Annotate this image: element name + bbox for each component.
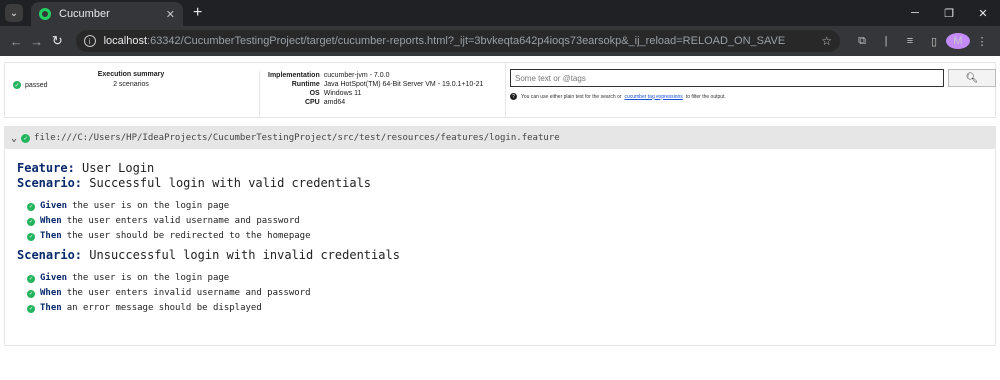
cpu-value: amd64 <box>323 99 346 106</box>
address-bar[interactable]: i localhost :63342/CucumberTestingProjec… <box>75 30 840 52</box>
report-header: ✓ passed Execution summary 2 scenarios I… <box>4 62 996 118</box>
step-text: the user is on the login page <box>72 273 230 283</box>
scenario-steps: ✓ Given the user is on the login page ✓ … <box>27 199 995 244</box>
feature-keyword: Feature: <box>17 161 75 175</box>
scenario-title: Scenario: Successful login with valid cr… <box>17 176 995 191</box>
scenario-keyword: Scenario: <box>17 248 83 262</box>
step-text: an error message should be displayed <box>66 303 262 313</box>
search-input[interactable]: Some text or @tags <box>510 69 944 87</box>
step-keyword: Given <box>40 273 68 283</box>
runtime-label: Runtime <box>291 81 320 88</box>
back-icon[interactable]: ← <box>6 34 27 49</box>
scenario-name: Successful login with valid credentials <box>89 176 372 190</box>
url-host: localhost <box>103 35 148 47</box>
status-label: passed <box>25 81 48 89</box>
help-text-before: You can use either plain text for the se… <box>521 93 622 100</box>
profile-avatar[interactable]: M <box>946 33 970 49</box>
execution-summary: Execution summary 2 scenarios <box>93 71 169 88</box>
window-close-icon[interactable]: ✕ <box>966 0 1000 26</box>
step-row: ✓ Given the user is on the login page <box>27 199 995 214</box>
restore-icon[interactable]: ❐ <box>932 0 966 26</box>
step-row: ✓ Then an error message should be displa… <box>27 301 995 316</box>
menu-icon[interactable]: ⋮ <box>970 35 994 48</box>
step-keyword: Then <box>40 303 62 313</box>
tab-close-icon[interactable]: ✕ <box>166 8 175 21</box>
scenario-count: 2 scenarios <box>113 81 149 88</box>
environment-info: Implementation cucumber-jvm - 7.0.0 Runti… <box>259 71 485 117</box>
search-area: Some text or @tags 🔍︎ ? You can use eith… <box>505 63 996 117</box>
cucumber-favicon-icon <box>39 8 51 20</box>
search-help: ? You can use either plain text for the … <box>510 93 996 100</box>
os-label: OS <box>309 90 320 97</box>
url-path: :63342/CucumberTestingProject/target/cuc… <box>147 35 786 47</box>
extensions-icon[interactable]: ⧉ <box>850 35 874 48</box>
site-info-icon[interactable]: i <box>83 35 96 47</box>
new-tab-icon[interactable]: + <box>193 4 202 22</box>
search-icon: 🔍︎ <box>965 72 979 84</box>
feature-title: Feature: User Login <box>17 161 995 176</box>
step-keyword: Given <box>40 201 68 211</box>
reload-icon[interactable]: ↻ <box>47 33 68 49</box>
cpu-label: CPU <box>304 99 320 106</box>
step-passed-icon: ✓ <box>27 217 35 226</box>
chevron-down-icon[interactable]: ⌄ <box>11 133 17 144</box>
scenario-name: Unsuccessful login with invalid credenti… <box>89 248 400 262</box>
minimize-icon[interactable]: ─ <box>898 0 932 26</box>
divider: | <box>884 35 888 47</box>
help-text-after: to filter the output. <box>685 93 726 100</box>
scenario-steps: ✓ Given the user is on the login page ✓ … <box>27 271 995 316</box>
bookmark-star-icon[interactable]: ☆ <box>821 34 832 48</box>
scenario-keyword: Scenario: <box>17 176 83 190</box>
tab-title: Cucumber <box>59 8 110 20</box>
step-row: ✓ Then the user should be redirected to … <box>27 229 995 244</box>
window-controls: ─ ❐ ✕ <box>898 0 1000 26</box>
step-passed-icon: ✓ <box>27 274 35 283</box>
tab-search-dropdown-icon[interactable]: ⌄ <box>5 4 23 22</box>
step-passed-icon: ✓ <box>27 304 35 313</box>
feature-panel: ⌄ ✓ file:///C:/Users/HP/IdeaProjects/Cuc… <box>4 126 996 346</box>
feature-name: User Login <box>82 161 155 175</box>
browser-tab[interactable]: Cucumber ✕ <box>31 2 183 26</box>
execution-summary-title: Execution summary <box>97 71 165 78</box>
implementation-value: cucumber-jvm - 7.0.0 <box>323 72 390 79</box>
feature-passed-icon: ✓ <box>21 133 31 143</box>
browser-tab-bar: ⌄ Cucumber ✕ + ─ ❐ ✕ <box>0 0 1000 26</box>
sidepanel-icon[interactable]: ▯ <box>922 35 946 48</box>
implementation-label: Implementation <box>268 72 320 79</box>
runtime-value: Java HotSpot(TM) 64-Bit Server VM - 19.0… <box>323 81 484 88</box>
step-text: the user should be redirected to the hom… <box>66 231 311 241</box>
step-passed-icon: ✓ <box>27 202 35 211</box>
step-row: ✓ Given the user is on the login page <box>27 271 995 286</box>
media-controls-icon[interactable]: ≡ <box>898 35 922 47</box>
step-text: the user enters invalid username and pas… <box>66 288 311 298</box>
step-text: the user is on the login page <box>72 201 230 211</box>
scenario-title: Scenario: Unsuccessful login with invali… <box>17 248 995 263</box>
step-keyword: When <box>40 216 62 226</box>
step-keyword: Then <box>40 231 62 241</box>
search-button[interactable]: 🔍︎ <box>948 69 996 87</box>
step-row: ✓ When the user enters valid username an… <box>27 214 995 229</box>
step-passed-icon: ✓ <box>27 232 35 241</box>
step-text: the user enters valid username and passw… <box>66 216 300 226</box>
browser-toolbar: ← → ↻ i localhost :63342/CucumberTesting… <box>0 26 1000 56</box>
passed-check-icon: ✓ <box>13 81 21 89</box>
step-row: ✓ When the user enters invalid username … <box>27 286 995 301</box>
question-icon: ? <box>510 93 517 100</box>
step-keyword: When <box>40 288 62 298</box>
overall-status: ✓ passed <box>13 81 48 89</box>
step-passed-icon: ✓ <box>27 289 35 298</box>
os-value: Windows 11 <box>323 90 362 97</box>
feature-accordion-header[interactable]: ⌄ ✓ file:///C:/Users/HP/IdeaProjects/Cuc… <box>5 127 995 149</box>
feature-path: file:///C:/Users/HP/IdeaProjects/Cucumbe… <box>34 133 560 143</box>
tag-expressions-link[interactable]: cucumber tag expressions <box>624 94 682 100</box>
forward-icon[interactable]: → <box>27 34 48 49</box>
